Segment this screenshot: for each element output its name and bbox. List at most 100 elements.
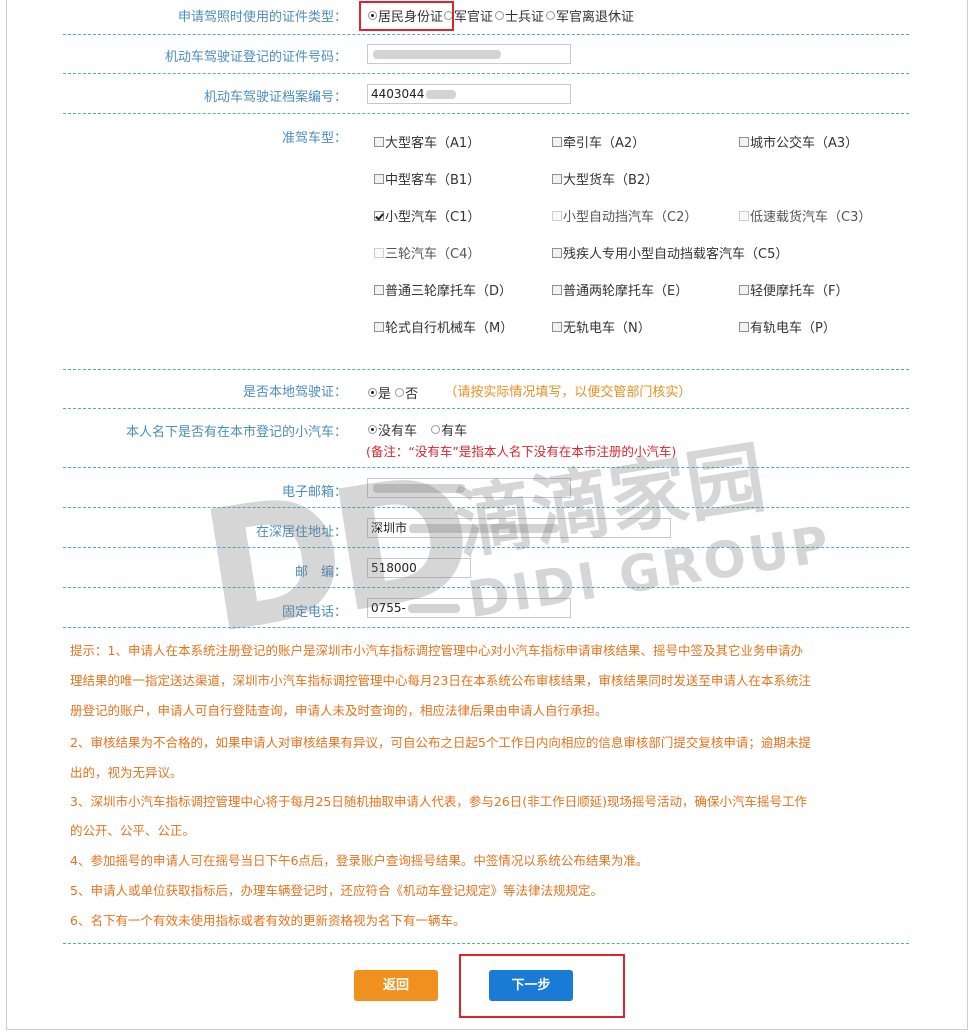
vehicle-class-label-text: 中型客车（B1） bbox=[385, 173, 481, 188]
checkbox-box[interactable] bbox=[552, 210, 562, 221]
checkbox-box[interactable] bbox=[552, 247, 562, 258]
vehicle-class-label-text: 有轨电车（P） bbox=[750, 321, 836, 336]
local-license-hint: （请按实际情况填写，以便交管部门核实） bbox=[444, 385, 692, 400]
phone-input[interactable]: 0755- bbox=[367, 598, 571, 618]
email-label: 电子邮箱： bbox=[281, 485, 347, 500]
checkbox-box[interactable] bbox=[739, 321, 749, 332]
checkbox-box[interactable] bbox=[374, 136, 384, 147]
tip-line: 册登记的账户，申请人可自行登陆查询，申请人未及时查询的，相应法律后果由申请人自行… bbox=[70, 703, 608, 718]
address-label: 在深居住地址： bbox=[255, 525, 347, 540]
divider bbox=[63, 408, 909, 409]
vehicle-class-label-text: 残疾人专用小型自动挡载客汽车（C5） bbox=[563, 247, 789, 262]
vehicle-class-checkbox[interactable]: 小型自动挡汽车（C2） bbox=[552, 206, 697, 225]
tip-line: 6、名下有一个有效未使用指标或者有效的更新资格视为名下有一辆车。 bbox=[70, 913, 466, 928]
checkbox-box[interactable] bbox=[374, 173, 384, 184]
vehicle-class-checkbox[interactable]: 小型汽车（C1） bbox=[374, 206, 480, 225]
divider bbox=[63, 34, 909, 35]
checkbox-box[interactable] bbox=[552, 284, 562, 295]
radio-no-car[interactable]: 没有车 bbox=[368, 422, 417, 439]
tip-line: 理结果的唯一指定送达渠道，深圳市小汽车指标调控管理中心每月23日在本系统公布审核… bbox=[70, 673, 811, 688]
checkbox-box[interactable] bbox=[739, 210, 749, 221]
file-number-value: 4403044 bbox=[371, 87, 425, 101]
checkbox-box[interactable] bbox=[552, 136, 562, 147]
vehicle-class-checkbox[interactable]: 大型客车（A1） bbox=[374, 132, 480, 151]
tip-line: 的公开、公平、公正。 bbox=[70, 823, 196, 838]
radio-soldier[interactable]: 士兵证 bbox=[493, 8, 544, 25]
vehicle-class-label: 准驾车型： bbox=[281, 131, 347, 146]
checkbox-box[interactable] bbox=[739, 284, 749, 295]
vehicle-class-label-text: 大型货车（B2） bbox=[563, 173, 659, 188]
radio-has-car[interactable]: 有车 bbox=[431, 422, 467, 439]
vehicle-class-checkbox[interactable]: 无轨电车（N） bbox=[552, 317, 651, 336]
file-number-input[interactable]: 4403044 bbox=[367, 84, 571, 104]
checkbox-box[interactable] bbox=[552, 321, 562, 332]
checkbox-box[interactable] bbox=[374, 210, 384, 221]
local-license-radio-group: 是 否 （请按实际情况填写，以便交管部门核实） bbox=[368, 381, 691, 402]
vehicle-class-checkbox[interactable]: 有轨电车（P） bbox=[739, 317, 836, 336]
highlight-id-card bbox=[359, 1, 454, 31]
address-input[interactable]: 深圳市 bbox=[367, 518, 671, 538]
vehicle-class-label-text: 小型自动挡汽车（C2） bbox=[563, 210, 698, 225]
divider bbox=[63, 507, 909, 508]
vehicle-class-checkbox[interactable]: 城市公交车（A3） bbox=[739, 132, 858, 151]
vehicle-class-label-text: 城市公交车（A3） bbox=[750, 136, 859, 151]
checkbox-box[interactable] bbox=[552, 173, 562, 184]
vehicle-class-label-text: 牵引车（A2） bbox=[563, 136, 646, 151]
vehicle-class-checkbox[interactable]: 牵引车（A2） bbox=[552, 132, 645, 151]
tip-line: 4、参加摇号的申请人可在摇号当日下午6点后，登录账户查询摇号结果。中签情况以系统… bbox=[70, 853, 649, 868]
divider bbox=[63, 627, 909, 628]
postcode-label: 邮 编： bbox=[294, 565, 347, 580]
checkbox-box[interactable] bbox=[374, 284, 384, 295]
back-button[interactable]: 返回 bbox=[354, 970, 438, 1001]
divider bbox=[63, 113, 909, 114]
divider bbox=[63, 73, 909, 74]
checkbox-box[interactable] bbox=[374, 321, 384, 332]
vehicle-class-label-text: 大型客车（A1） bbox=[385, 136, 481, 151]
tip-line: 出的，视为无异议。 bbox=[70, 765, 183, 780]
radio-local-yes[interactable]: 是 bbox=[368, 385, 391, 402]
vehicle-class-checkbox[interactable]: 普通三轮摩托车（D） bbox=[374, 280, 512, 299]
email-input[interactable] bbox=[367, 478, 571, 498]
vehicle-class-label-text: 普通三轮摩托车（D） bbox=[385, 284, 513, 299]
vehicle-class-label-text: 三轮汽车（C4） bbox=[385, 247, 481, 262]
vehicle-class-checkbox[interactable]: 大型货车（B2） bbox=[552, 169, 658, 188]
highlight-next bbox=[459, 954, 625, 1018]
vehicle-class-label-text: 轻便摩托车（F） bbox=[750, 284, 849, 299]
checkbox-box[interactable] bbox=[739, 136, 749, 147]
vehicle-class-label-text: 无轨电车（N） bbox=[563, 321, 651, 336]
local-license-label: 是否本地驾驶证： bbox=[242, 385, 347, 400]
phone-label: 固定电话： bbox=[281, 605, 347, 620]
divider bbox=[63, 587, 909, 588]
radio-retired-officer[interactable]: 军官离退休证 bbox=[544, 8, 634, 25]
file-number-label: 机动车驾驶证档案编号： bbox=[203, 90, 347, 105]
divider bbox=[63, 467, 909, 468]
phone-value: 0755- bbox=[371, 601, 406, 615]
has-car-radio-group: 没有车 有车 bbox=[368, 420, 467, 439]
vehicle-class-checkbox[interactable]: 中型客车（B1） bbox=[374, 169, 480, 188]
vehicle-class-label-text: 轮式自行机械车（M） bbox=[385, 321, 514, 336]
vehicle-class-label-text: 低速载货汽车（C3） bbox=[750, 210, 872, 225]
id-number-input[interactable] bbox=[367, 44, 571, 64]
tip-line: 提示：1、申请人在本系统注册登记的账户是深圳市小汽车指标调控管理中心对小汽车指标… bbox=[70, 643, 803, 658]
id-number-label: 机动车驾驶证登记的证件号码： bbox=[164, 50, 347, 65]
has-car-label: 本人名下是否有在本市登记的小汽车： bbox=[125, 425, 347, 440]
postcode-input[interactable]: 518000 bbox=[367, 558, 471, 578]
has-car-note: (备注：“没有车”是指本人名下没有在本市注册的小汽车) bbox=[366, 444, 677, 459]
vehicle-class-checkbox[interactable]: 低速载货汽车（C3） bbox=[739, 206, 871, 225]
divider bbox=[63, 547, 909, 548]
address-value: 深圳市 bbox=[371, 521, 408, 535]
vehicle-class-checkbox[interactable]: 普通两轮摩托车（E） bbox=[552, 280, 688, 299]
vehicle-class-checkbox[interactable]: 三轮汽车（C4） bbox=[374, 243, 480, 262]
tip-line: 5、申请人或单位获取指标后，办理车辆登记时，还应符合《机动车登记规定》等法律法规… bbox=[70, 883, 603, 898]
vehicle-class-label-text: 普通两轮摩托车（E） bbox=[563, 284, 689, 299]
vehicle-class-checkbox[interactable]: 残疾人专用小型自动挡载客汽车（C5） bbox=[552, 243, 788, 262]
vehicle-class-checkbox[interactable]: 轻便摩托车（F） bbox=[739, 280, 848, 299]
vehicle-class-label-text: 小型汽车（C1） bbox=[385, 210, 481, 225]
radio-local-no[interactable]: 否 bbox=[395, 385, 418, 402]
divider bbox=[63, 369, 909, 370]
checkbox-box[interactable] bbox=[374, 247, 384, 258]
vehicle-class-checkbox[interactable]: 轮式自行机械车（M） bbox=[374, 317, 513, 336]
tip-line: 2、审核结果为不合格的，如果申请人对审核结果有异议，可自公布之日起5个工作日内向… bbox=[70, 735, 811, 750]
divider bbox=[63, 943, 909, 944]
license-type-label: 申请驾照时使用的证件类型： bbox=[177, 10, 347, 25]
